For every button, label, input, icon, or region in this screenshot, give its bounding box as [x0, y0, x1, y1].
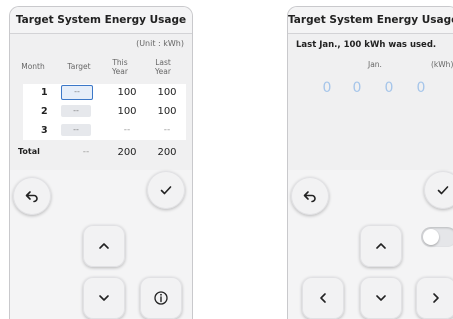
- digit-3[interactable]: 0: [380, 76, 398, 100]
- total-last-year: 200: [157, 147, 177, 158]
- check-icon: [160, 186, 172, 195]
- table-rows: 1 -- 100 100 2 -- 100 100 3 -- -- --: [23, 84, 186, 140]
- target-input[interactable]: --: [61, 124, 91, 136]
- unit-label: (Unit : kWh): [136, 39, 184, 48]
- up-button[interactable]: [360, 225, 402, 267]
- digit-4[interactable]: 0: [412, 76, 430, 100]
- chevron-right-icon: [433, 293, 439, 303]
- back-button[interactable]: [13, 177, 51, 215]
- target-input[interactable]: --: [61, 105, 91, 117]
- month-cell: 1: [41, 87, 48, 98]
- target-input[interactable]: --: [61, 85, 93, 100]
- chevron-down-icon: [376, 295, 386, 301]
- right-button[interactable]: [416, 277, 453, 319]
- header-this-year: This Year: [112, 58, 128, 76]
- confirm-button[interactable]: [424, 171, 453, 209]
- digit-1[interactable]: 0: [318, 76, 336, 100]
- month-cell: 3: [41, 125, 48, 136]
- table-row[interactable]: 2 -- 100 100: [23, 103, 186, 121]
- this-year-cell: --: [123, 125, 131, 135]
- month-label: Jan.: [368, 60, 382, 69]
- last-usage-message: Last Jan., 100 kWh was used.: [296, 40, 437, 50]
- panel-title: Target System Energy Usage: [10, 7, 192, 34]
- total-target: --: [82, 147, 90, 157]
- toggle-knob: [423, 229, 439, 245]
- month-cell: 2: [41, 106, 48, 117]
- header-month: Month: [21, 62, 45, 71]
- toggle-switch[interactable]: [421, 227, 453, 247]
- chevron-up-icon: [376, 243, 386, 249]
- total-this-year: 200: [117, 147, 137, 158]
- last-year-cell: 100: [157, 106, 177, 117]
- chevron-up-icon: [99, 243, 109, 249]
- target-entry-panel: Target System Energy Usage Last Jan., 10…: [287, 6, 453, 319]
- target-table-panel: Target System Energy Usage (Unit : kWh) …: [9, 6, 193, 319]
- table-screen: (Unit : kWh) Month Target This Year Last…: [10, 34, 192, 170]
- up-button[interactable]: [83, 225, 125, 267]
- last-year-cell: --: [163, 125, 171, 135]
- back-icon: [25, 191, 38, 203]
- unit-label: (kWh): [431, 60, 453, 69]
- check-icon: [437, 186, 449, 195]
- last-year-cell: 100: [157, 87, 177, 98]
- left-button[interactable]: [302, 277, 344, 319]
- header-last-year: Last Year: [155, 58, 171, 76]
- table-row[interactable]: 1 -- 100 100: [23, 84, 186, 102]
- total-label: Total: [18, 147, 40, 156]
- this-year-cell: 100: [117, 106, 137, 117]
- chevron-left-icon: [320, 293, 326, 303]
- info-icon: [154, 291, 168, 305]
- entry-screen: Last Jan., 100 kWh was used. Jan. (kWh) …: [288, 34, 453, 170]
- panel-title: Target System Energy Usage: [288, 7, 453, 34]
- this-year-cell: 100: [117, 87, 137, 98]
- back-button[interactable]: [291, 177, 329, 215]
- down-button[interactable]: [360, 277, 402, 319]
- total-row: Total -- 200 200: [10, 144, 192, 162]
- confirm-button[interactable]: [147, 171, 185, 209]
- header-target: Target: [67, 62, 91, 71]
- down-button[interactable]: [83, 277, 125, 319]
- info-button[interactable]: [140, 277, 182, 319]
- back-icon: [303, 191, 316, 203]
- chevron-down-icon: [99, 295, 109, 301]
- digit-2[interactable]: 0: [348, 76, 366, 100]
- table-row[interactable]: 3 -- -- --: [23, 122, 186, 140]
